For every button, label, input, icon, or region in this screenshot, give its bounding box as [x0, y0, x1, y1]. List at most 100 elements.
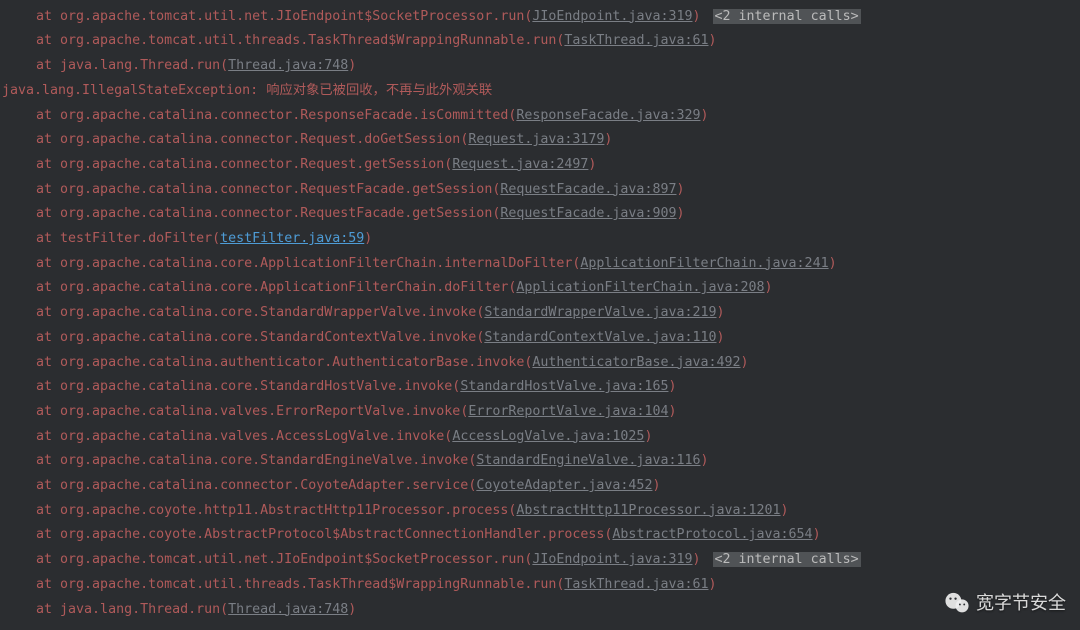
- stack-trace-viewer: at org.apache.coyote.AbstractProtocol$Ab…: [0, 0, 1080, 622]
- stack-frame: at org.apache.coyote.http11.AbstractHttp…: [0, 499, 1080, 524]
- stack-frame: at testFilter.doFilter(testFilter.java:5…: [0, 227, 1080, 252]
- source-link[interactable]: Thread.java:748: [228, 602, 348, 617]
- method-path: org.apache.coyote.http11.AbstractHttp11P…: [60, 503, 508, 518]
- stack-frame: at org.apache.catalina.valves.AccessLogV…: [0, 425, 1080, 450]
- source-link[interactable]: ErrorReportValve.java:104: [468, 404, 668, 419]
- stack-frame: at org.apache.catalina.core.ApplicationF…: [0, 252, 1080, 277]
- at-keyword: at: [36, 280, 60, 295]
- stack-frame: at org.apache.catalina.core.StandardHost…: [0, 375, 1080, 400]
- stack-frame: at org.apache.catalina.authenticator.Aut…: [0, 351, 1080, 376]
- stack-frame: at org.apache.tomcat.util.threads.TaskTh…: [0, 573, 1080, 598]
- exception-message: 响应对象已被回收，不再与此外观关联: [266, 83, 492, 98]
- stack-frame: at org.apache.catalina.core.StandardWrap…: [0, 301, 1080, 326]
- source-link[interactable]: TaskThread.java:61: [564, 33, 708, 48]
- method-path: org.apache.catalina.connector.RequestFac…: [60, 182, 492, 197]
- method-path: org.apache.tomcat.util.net.JIoEndpoint$S…: [60, 9, 524, 24]
- method-path: org.apache.catalina.connector.ResponseFa…: [60, 108, 508, 123]
- at-keyword: at: [36, 182, 60, 197]
- stack-frame: at org.apache.catalina.connector.Request…: [0, 128, 1080, 153]
- internal-calls-note: <2 internal calls>: [713, 9, 861, 24]
- method-path: org.apache.catalina.valves.AccessLogValv…: [60, 429, 444, 444]
- source-link[interactable]: AbstractProtocol.java:654: [612, 527, 812, 542]
- exception-class: java.lang.IllegalStateException: [2, 83, 250, 98]
- at-keyword: at: [36, 379, 60, 394]
- at-keyword: at: [36, 453, 60, 468]
- at-keyword: at: [36, 429, 60, 444]
- source-link[interactable]: CoyoteAdapter.java:452: [476, 478, 652, 493]
- method-path: org.apache.tomcat.util.net.JIoEndpoint$S…: [60, 552, 524, 567]
- at-keyword: at: [36, 256, 60, 271]
- at-keyword: at: [36, 206, 60, 221]
- at-keyword: at: [36, 330, 60, 345]
- method-path: org.apache.catalina.core.StandardEngineV…: [60, 453, 468, 468]
- source-link[interactable]: JIoEndpoint.java:319: [532, 552, 692, 567]
- source-link[interactable]: Request.java:2497: [452, 157, 588, 172]
- stack-frame: at org.apache.catalina.valves.ErrorRepor…: [0, 400, 1080, 425]
- at-keyword: at: [36, 527, 60, 542]
- source-link[interactable]: RequestFacade.java:909: [500, 206, 676, 221]
- stack-frame: at org.apache.coyote.AbstractProtocol$Ab…: [0, 523, 1080, 548]
- exception-line: java.lang.IllegalStateException: 响应对象已被回…: [0, 79, 1080, 104]
- at-keyword: at: [36, 577, 60, 592]
- at-keyword: at: [36, 503, 60, 518]
- at-keyword: at: [36, 602, 60, 617]
- at-keyword: at: [36, 58, 60, 73]
- at-keyword: at: [36, 305, 60, 320]
- at-keyword: at: [36, 478, 60, 493]
- method-path: org.apache.catalina.connector.Request.do…: [60, 132, 460, 147]
- method-path: org.apache.tomcat.util.threads.TaskThrea…: [60, 577, 556, 592]
- method-path: org.apache.catalina.connector.Request.ge…: [60, 157, 444, 172]
- method-path: org.apache.catalina.core.ApplicationFilt…: [60, 256, 572, 271]
- source-link[interactable]: RequestFacade.java:897: [500, 182, 676, 197]
- source-link[interactable]: testFilter.java:59: [220, 231, 364, 246]
- source-link[interactable]: ApplicationFilterChain.java:208: [516, 280, 764, 295]
- stack-frame: at org.apache.catalina.connector.CoyoteA…: [0, 474, 1080, 499]
- source-link[interactable]: StandardContextValve.java:110: [484, 330, 716, 345]
- stack-frame: at org.apache.catalina.core.StandardCont…: [0, 326, 1080, 351]
- method-path: java.lang.Thread.run: [60, 58, 220, 73]
- source-link[interactable]: AbstractHttp11Processor.java:1201: [516, 503, 780, 518]
- stack-frame: at java.lang.Thread.run(Thread.java:748): [0, 54, 1080, 79]
- source-link[interactable]: TaskThread.java:61: [564, 577, 708, 592]
- source-link[interactable]: ResponseFacade.java:329: [516, 108, 700, 123]
- method-path: testFilter.doFilter: [60, 231, 212, 246]
- method-path: org.apache.catalina.valves.ErrorReportVa…: [60, 404, 460, 419]
- source-link[interactable]: Thread.java:748: [228, 58, 348, 73]
- method-path: org.apache.tomcat.util.threads.TaskThrea…: [60, 33, 556, 48]
- at-keyword: at: [36, 552, 60, 567]
- method-path: org.apache.catalina.core.StandardContext…: [60, 330, 476, 345]
- at-keyword: at: [36, 355, 60, 370]
- method-path: org.apache.catalina.core.ApplicationFilt…: [60, 280, 508, 295]
- at-keyword: at: [36, 108, 60, 123]
- at-keyword: at: [36, 404, 60, 419]
- source-link[interactable]: AccessLogValve.java:1025: [452, 429, 644, 444]
- stack-frame: at org.apache.catalina.core.StandardEngi…: [0, 449, 1080, 474]
- method-path: org.apache.catalina.core.StandardWrapper…: [60, 305, 476, 320]
- stack-frame: at org.apache.catalina.connector.Request…: [0, 202, 1080, 227]
- stack-frame: at org.apache.tomcat.util.net.JIoEndpoin…: [0, 548, 1080, 573]
- stack-frame: at org.apache.catalina.connector.Respons…: [0, 104, 1080, 129]
- stack-frame: at org.apache.catalina.connector.Request…: [0, 153, 1080, 178]
- source-link[interactable]: ApplicationFilterChain.java:241: [580, 256, 828, 271]
- source-link[interactable]: Request.java:3179: [468, 132, 604, 147]
- method-path: org.apache.catalina.authenticator.Authen…: [60, 355, 524, 370]
- at-keyword: at: [36, 157, 60, 172]
- stack-frame: at org.apache.tomcat.util.net.JIoEndpoin…: [0, 5, 1080, 30]
- method-path: org.apache.coyote.AbstractProtocol$Abstr…: [60, 527, 604, 542]
- internal-calls-note: <2 internal calls>: [713, 552, 861, 567]
- at-keyword: at: [36, 132, 60, 147]
- method-path: java.lang.Thread.run: [60, 602, 220, 617]
- source-link[interactable]: AuthenticatorBase.java:492: [532, 355, 740, 370]
- at-keyword: at: [36, 9, 60, 24]
- at-keyword: at: [36, 231, 60, 246]
- stack-frame: at org.apache.tomcat.util.threads.TaskTh…: [0, 29, 1080, 54]
- method-path: org.apache.catalina.core.StandardHostVal…: [60, 379, 452, 394]
- source-link[interactable]: StandardEngineValve.java:116: [476, 453, 700, 468]
- method-path: org.apache.catalina.connector.RequestFac…: [60, 206, 492, 221]
- source-link[interactable]: StandardHostValve.java:165: [460, 379, 668, 394]
- stack-frame: at org.apache.catalina.core.ApplicationF…: [0, 276, 1080, 301]
- source-link[interactable]: JIoEndpoint.java:319: [532, 9, 692, 24]
- stack-frame: at org.apache.catalina.connector.Request…: [0, 178, 1080, 203]
- source-link[interactable]: StandardWrapperValve.java:219: [484, 305, 716, 320]
- at-keyword: at: [36, 33, 60, 48]
